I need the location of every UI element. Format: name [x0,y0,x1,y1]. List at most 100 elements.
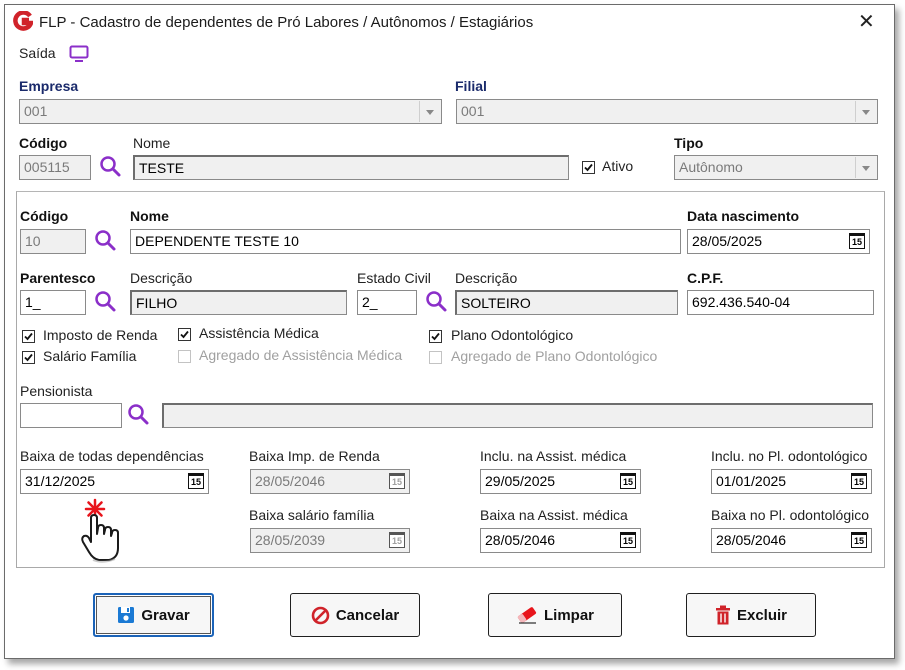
cancelar-label: Cancelar [335,606,400,624]
search-icon[interactable] [98,154,124,180]
calendar-icon[interactable]: 15 [389,532,405,548]
codigo-label: Código [19,135,68,151]
window-title: FLP - Cadastro de dependentes de Pró Lab… [39,14,534,31]
imposto-label: Imposto de Renda [43,327,158,343]
limpar-label: Limpar [543,606,594,624]
calendar-icon[interactable]: 15 [851,473,867,489]
pensionista-label: Pensionista [20,383,93,399]
cancelar-button[interactable]: Cancelar [290,593,420,637]
monitor-icon[interactable] [69,45,89,63]
check-icon [180,330,189,339]
check-icon [24,332,33,341]
inclu-assist-field[interactable]: 29/05/2025 15 [480,469,641,494]
assist-checkbox[interactable] [178,328,191,341]
check-icon [431,332,440,341]
nome-field[interactable]: TESTE [133,155,569,180]
hand-cursor-icon [81,498,119,563]
ativo-checkbox[interactable] [582,161,595,174]
eraser-icon [517,607,537,624]
desc2-field[interactable]: SOLTEIRO [455,290,678,315]
save-icon [118,607,135,623]
estado-civil-field[interactable]: 2_ [357,290,417,315]
search-icon[interactable] [93,289,119,315]
baixa-assist-label: Baixa na Assist. médica [480,507,628,523]
inclu-plano-field[interactable]: 01/01/2025 15 [711,469,872,494]
search-icon[interactable] [93,228,119,254]
filial-value: 001 [461,103,485,119]
codigo-field[interactable]: 005115 [19,155,91,180]
desc1-field[interactable]: FILHO [130,290,347,315]
empresa-value: 001 [24,103,48,119]
baixa-plano-field[interactable]: 28/05/2046 15 [711,528,872,553]
limpar-button[interactable]: Limpar [488,593,622,637]
logo-icon [13,11,33,31]
chevron-down-icon[interactable] [419,101,440,122]
ativo-label: Ativo [602,158,634,174]
agregado-plano-label: Agregado de Plano Odontológico [451,348,658,364]
assist-label: Assistência Médica [199,325,319,341]
pensionista-desc-field[interactable] [162,403,873,428]
calendar-icon[interactable]: 15 [620,473,636,489]
desc1-label: Descrição [130,270,193,286]
dep-nome-field[interactable]: DEPENDENTE TESTE 10 [130,229,681,254]
nasc-date-field[interactable]: 28/05/2025 15 [687,229,870,254]
calendar-icon[interactable]: 15 [849,233,865,249]
empresa-select[interactable]: 001 [19,99,442,124]
calendar-icon[interactable]: 15 [188,473,204,489]
baixa-imp-label: Baixa Imp. de Renda [249,448,380,464]
check-icon [584,163,593,172]
cpf-field[interactable]: 692.436.540-04 [687,290,874,315]
baixa-imp-value: 28/05/2046 [255,473,326,489]
parentesco-field[interactable]: 1_ [20,290,86,315]
trash-icon [715,605,730,625]
dep-nome-label: Nome [130,208,169,224]
nome-label: Nome [133,135,171,151]
search-icon[interactable] [424,289,450,315]
empresa-label: Empresa [19,78,79,94]
calendar-icon[interactable]: 15 [851,532,867,548]
gravar-button[interactable]: Gravar [93,593,214,637]
excluir-button[interactable]: Excluir [686,593,816,637]
inclu-plano-value: 01/01/2025 [716,473,787,489]
cpf-label: C.P.F. [687,270,724,286]
chevron-down-icon[interactable] [855,157,876,178]
parentesco-label: Parentesco [20,270,96,286]
agregado-plano-checkbox[interactable] [429,351,442,364]
filial-label: Filial [455,78,487,94]
inclu-plano-label: Inclu. no Pl. odontológico [711,448,868,464]
tipo-label: Tipo [674,135,704,151]
nasc-value: 28/05/2025 [692,233,763,249]
pensionista-code-field[interactable] [20,403,122,428]
salario-checkbox[interactable] [22,351,35,364]
gravar-label: Gravar [141,606,190,624]
dep-codigo-label: Código [20,208,69,224]
estado-civil-label: Estado Civil [357,270,431,286]
plano-label: Plano Odontológico [451,327,574,343]
baixa-todas-value: 31/12/2025 [25,473,96,489]
calendar-icon[interactable]: 15 [620,532,636,548]
salario-label: Salário Família [43,348,137,364]
baixa-assist-field[interactable]: 28/05/2046 15 [480,528,641,553]
agregado-assist-checkbox[interactable] [178,350,191,363]
baixa-plano-label: Baixa no Pl. odontológico [711,507,869,523]
baixa-imp-field[interactable]: 28/05/2046 15 [250,469,410,494]
close-button[interactable]: ✕ [858,12,875,32]
baixa-todas-field[interactable]: 31/12/2025 15 [20,469,209,494]
menu-saida[interactable]: Saída [19,45,56,61]
baixa-sal-field[interactable]: 28/05/2039 15 [250,528,410,553]
plano-checkbox[interactable] [429,330,442,343]
baixa-sal-value: 28/05/2039 [255,532,326,548]
check-icon [24,353,33,362]
baixa-plano-value: 28/05/2046 [716,532,787,548]
filial-select[interactable]: 001 [456,99,878,124]
baixa-todas-label: Baixa de todas dependências [20,448,204,464]
chevron-down-icon[interactable] [855,101,876,122]
calendar-icon[interactable]: 15 [389,473,405,489]
dep-codigo-field[interactable]: 10 [20,229,86,254]
dialog-window: FLP - Cadastro de dependentes de Pró Lab… [4,4,895,659]
tipo-value: Autônomo [679,159,743,175]
tipo-select[interactable]: Autônomo [674,155,878,180]
imposto-checkbox[interactable] [22,330,35,343]
search-icon[interactable] [126,402,152,428]
desc2-label: Descrição [455,270,518,286]
